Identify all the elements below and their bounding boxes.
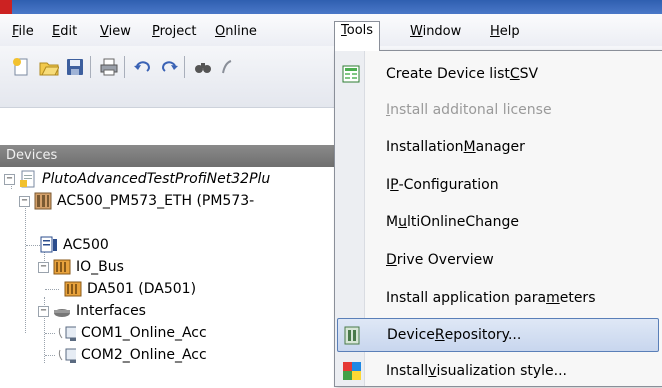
menu-item-drive-overview[interactable]: Drive Overview xyxy=(337,243,659,277)
tree-item-label: DA501 (DA501) xyxy=(87,281,197,297)
menu-item-ip-configuration[interactable]: I P -Configuration xyxy=(337,168,659,202)
tree-item-da501[interactable]: DA501 (DA501) xyxy=(64,278,196,300)
menu-item-create-device-list-csv[interactable]: Create Device list C SV xyxy=(337,57,659,91)
io-module-icon xyxy=(64,280,82,298)
tree-item-label: COM1_Online_Acc xyxy=(81,325,207,341)
undo-icon[interactable] xyxy=(132,56,154,78)
menu-window[interactable]: Window xyxy=(410,22,461,44)
menu-file[interactable]: File xyxy=(12,22,34,44)
collapse-icon[interactable]: − xyxy=(38,305,49,317)
collapse-icon[interactable]: − xyxy=(19,195,30,207)
menu-project[interactable]: Project xyxy=(152,22,197,44)
menu-item-installation-manager[interactable]: Installation Manager xyxy=(337,130,659,164)
csv-export-icon xyxy=(341,63,363,85)
tree-item-label: AC500 xyxy=(63,237,109,253)
tree-item-com1[interactable]: COM1_Online_Acc xyxy=(58,322,207,344)
tree-item-label: AC500_PM573_ETH (PM573- xyxy=(57,193,255,209)
menu-item-device-repository[interactable]: Device Repository... xyxy=(337,318,659,352)
tree-item-label: IO_Bus xyxy=(76,259,124,275)
window-titlebar xyxy=(0,0,662,14)
menu-item-install-visualization-style[interactable]: Install v isualization style... xyxy=(337,354,659,388)
com-port-icon xyxy=(58,346,76,364)
save-icon[interactable] xyxy=(64,56,86,78)
collapse-icon[interactable]: − xyxy=(4,173,15,185)
project-file-icon xyxy=(19,170,37,188)
tree-item-label: Interfaces xyxy=(76,303,146,319)
tree-item-interfaces[interactable]: − Interfaces xyxy=(38,300,146,322)
device-repository-icon xyxy=(342,325,364,347)
plc-device-icon xyxy=(34,192,52,210)
menu-tools[interactable]: Tools xyxy=(334,21,381,51)
menu-item-multionlinechange[interactable]: Mu ltiOnlineChange xyxy=(337,205,659,239)
print-icon[interactable] xyxy=(98,56,120,78)
redo-icon[interactable] xyxy=(158,56,180,78)
menu-help[interactable]: Help xyxy=(490,22,520,44)
io-bus-icon xyxy=(53,258,71,276)
open-folder-icon[interactable] xyxy=(38,56,60,78)
find-icon[interactable] xyxy=(192,56,214,78)
tree-item-io-bus[interactable]: − IO_Bus xyxy=(38,256,124,278)
interfaces-icon xyxy=(53,302,71,320)
tree-item-label: COM2_Online_Acc xyxy=(81,347,207,363)
menu-item-install-additional-license[interactable]: Install additonal license xyxy=(337,93,659,127)
tree-item-plc[interactable]: − AC500_PM573_ETH (PM573- xyxy=(19,190,254,212)
menu-edit[interactable]: Edit xyxy=(52,22,77,44)
tree-item-com2[interactable]: COM2_Online_Acc xyxy=(58,344,207,366)
menu-view[interactable]: View xyxy=(100,22,131,44)
menu-bar: File Edit View Project Online Tools Wind… xyxy=(0,14,662,51)
tree-item-label: PlutoAdvancedTestProfiNet32Plu xyxy=(42,171,271,187)
replace-icon[interactable] xyxy=(218,56,240,78)
new-project-icon[interactable] xyxy=(10,56,32,78)
visualization-style-icon xyxy=(341,360,363,382)
menu-item-install-application-parameters[interactable]: Install application para m eters xyxy=(337,281,659,315)
tree-item-project[interactable]: − PlutoAdvancedTestProfiNet32Plu xyxy=(4,168,270,190)
tools-menu-dropdown: Create Device list C SV Install additonal… xyxy=(334,50,662,387)
application-icon xyxy=(40,236,58,254)
menu-online[interactable]: Online xyxy=(215,22,257,44)
tree-item-ac500[interactable]: AC500 xyxy=(40,234,109,256)
collapse-icon[interactable]: − xyxy=(38,261,49,273)
com-port-icon xyxy=(58,324,76,342)
app-icon xyxy=(0,0,12,14)
devices-panel-title: Devices xyxy=(6,148,58,163)
